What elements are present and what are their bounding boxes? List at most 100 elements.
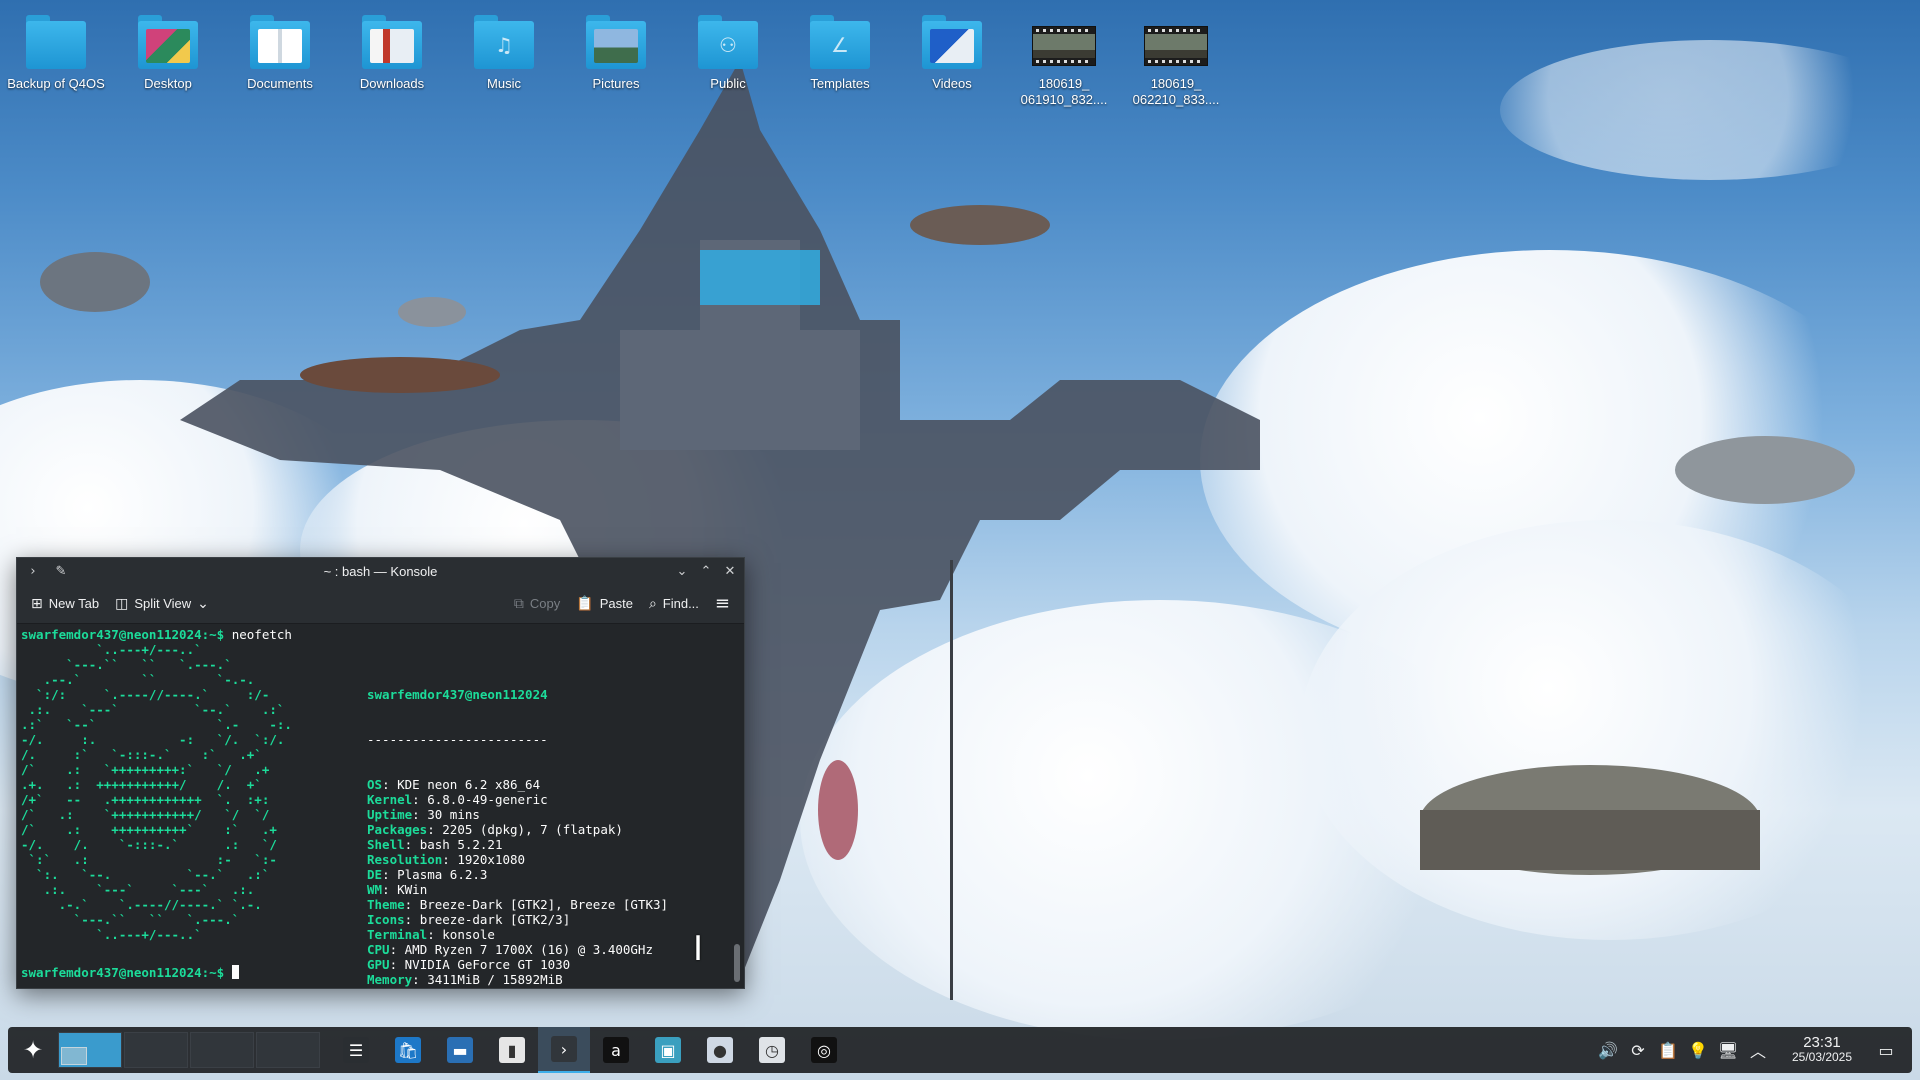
terminal-scrollbar[interactable] (730, 624, 744, 988)
pager-desktop-1[interactable] (58, 1032, 122, 1068)
neofetch-value: 6.8.0-49-generic (427, 792, 548, 807)
show-desktop-icon: ▭ (1878, 1040, 1894, 1060)
folder-icon: ∠ (808, 8, 872, 72)
pager-desktop-4[interactable] (256, 1032, 320, 1068)
folder-icon (360, 8, 424, 72)
task-image-viewer[interactable]: ▣ (642, 1027, 694, 1073)
desktop-icon-label: Public (710, 76, 746, 91)
bulb-icon[interactable]: 💡 (1684, 1035, 1712, 1065)
task-spiral-app[interactable]: ◎ (798, 1027, 850, 1073)
clipboard-icon[interactable]: 📋 (1654, 1035, 1682, 1065)
task-konsole[interactable]: › (538, 1027, 590, 1073)
app-a-icon: a (603, 1037, 629, 1063)
desktop-icon-label: Videos (932, 76, 972, 91)
neofetch-colon: : (382, 867, 398, 882)
application-launcher-button[interactable]: ✦ (8, 1027, 58, 1073)
neofetch-key: Uptime (367, 807, 413, 822)
neofetch-value: NVIDIA GeForce GT 1030 (404, 957, 571, 972)
scrollbar-thumb[interactable] (734, 944, 740, 982)
task-calendar-app[interactable]: ◷ (746, 1027, 798, 1073)
find-label: Find... (662, 596, 699, 611)
search-icon: ⌕ (648, 595, 657, 612)
folder-icon (920, 8, 984, 72)
spiral-app-icon: ◎ (811, 1037, 837, 1063)
desktop-icon-180619-10[interactable]: 180619_ 062210_833.... (1120, 8, 1232, 108)
neofetch-colon: : (412, 792, 428, 807)
task-file-manager[interactable]: ▬ (434, 1027, 486, 1073)
task-discover-store[interactable]: 🛍 (382, 1027, 434, 1073)
task-disc-app[interactable]: ● (694, 1027, 746, 1073)
close-button[interactable]: ✕ (720, 561, 740, 581)
desktop-icon-label: Music (487, 76, 521, 91)
neofetch-colon: : (412, 972, 428, 987)
desktop-icon-label: Backup of Q4OS (7, 76, 105, 91)
current-prompt-line: swarfemdor437@neon112024:~$ (21, 965, 239, 980)
update-icon[interactable]: ⟳ (1624, 1035, 1652, 1065)
desktop-icon-public-6[interactable]: ⚇ Public (672, 8, 784, 108)
show-desktop-button[interactable]: ▭ (1872, 1035, 1900, 1065)
file-manager-icon: ▬ (447, 1037, 473, 1063)
text-editor-icon: ▮ (499, 1037, 525, 1063)
window-title: ~ : bash — Konsole (323, 563, 438, 579)
desktop-icon-desktop-1[interactable]: Desktop (112, 8, 224, 108)
expand-tray-icon[interactable]: ︿ (1744, 1035, 1772, 1065)
neofetch-info: swarfemdor437@neon112024 ---------------… (367, 642, 668, 988)
pager-desktop-3[interactable] (190, 1032, 254, 1068)
desktop-icon-label: Documents (247, 76, 313, 91)
volume-icon[interactable]: 🔊 (1594, 1035, 1622, 1065)
find-button[interactable]: ⌕ Find... (641, 592, 707, 616)
task-app-a[interactable]: a (590, 1027, 642, 1073)
copy-button[interactable]: ⧉ Copy (506, 592, 568, 616)
window-titlebar[interactable]: › ✎ ~ : bash — Konsole ⌄ ⌃ ✕ (17, 558, 744, 584)
paste-button[interactable]: 📋 Paste (568, 592, 641, 616)
text-cursor (231, 965, 239, 979)
pin-icon[interactable]: ✎ (51, 561, 71, 581)
desktop-icon-templates-7[interactable]: ∠ Templates (784, 8, 896, 108)
neofetch-key: CPU (367, 942, 390, 957)
network-icon[interactable]: 🖥 (1714, 1035, 1742, 1065)
minimize-button[interactable]: ⌄ (672, 561, 692, 581)
film-strip-icon (1032, 26, 1096, 66)
desktop-icon-music-4[interactable]: ♫ Music (448, 8, 560, 108)
neofetch-key: Resolution (367, 852, 443, 867)
desktop-icon-videos-8[interactable]: Videos (896, 8, 1008, 108)
neofetch-field-wm: WM: KWin (367, 882, 668, 897)
new-tab-button[interactable]: ⊞ New Tab (23, 592, 107, 616)
neofetch-colon: : (427, 822, 443, 837)
neofetch-colon: : (389, 942, 405, 957)
konsole-toolbar: ⊞ New Tab ◫ Split View ⌄ ⧉ Copy 📋 Paste … (17, 584, 744, 624)
digital-clock[interactable]: 23:31 25/03/2025 (1782, 1035, 1862, 1064)
calendar-app-icon: ◷ (759, 1037, 785, 1063)
copy-icon: ⧉ (513, 595, 524, 612)
konsole-app-icon[interactable]: › (23, 561, 43, 581)
hamburger-menu-button[interactable]: ≡ (707, 589, 738, 618)
terminal-view[interactable]: swarfemdor437@neon112024:~$ neofetch `..… (17, 624, 730, 988)
desktop-icon-downloads-3[interactable]: Downloads (336, 8, 448, 108)
folder-icon (136, 8, 200, 72)
taskbar-panel: ✦ ☰ 🛍 ▬ ▮ › a ▣ ● ◷ ◎ 🔊 ⟳ 📋 💡 🖥 ︿ 23:31 25/03/2025 ▭ (8, 1027, 1912, 1073)
shell-prompt: swarfemdor437@neon112024:~$ (21, 627, 225, 642)
desktop-icon-180619-9[interactable]: 180619_ 061910_832.... (1008, 8, 1120, 108)
task-system-settings[interactable]: ☰ (330, 1027, 382, 1073)
neofetch-field-gpu: GPU: NVIDIA GeForce GT 1030 (367, 957, 668, 972)
task-text-editor[interactable]: ▮ (486, 1027, 538, 1073)
neofetch-value: Breeze-Dark [GTK2], Breeze [GTK3] (419, 897, 669, 912)
desktop-icon-backup-of-q4os-0[interactable]: Backup of Q4OS (0, 8, 112, 108)
konsole-window[interactable]: › ✎ ~ : bash — Konsole ⌄ ⌃ ✕ ⊞ New Tab ◫… (16, 557, 745, 989)
neofetch-field-icons: Icons: breeze-dark [GTK2/3] (367, 912, 668, 927)
neofetch-colon: : (412, 807, 428, 822)
neofetch-field-uptime: Uptime: 30 mins (367, 807, 668, 822)
folder-emblem-icon: ♫ (495, 33, 513, 57)
desktop-icon-pictures-5[interactable]: Pictures (560, 8, 672, 108)
desktop-icon-documents-2[interactable]: Documents (224, 8, 336, 108)
folder-icon (248, 8, 312, 72)
pager-desktop-2[interactable] (124, 1032, 188, 1068)
split-view-button[interactable]: ◫ Split View ⌄ (107, 592, 217, 616)
neofetch-colon: : (442, 852, 458, 867)
neofetch-key: Theme (367, 897, 405, 912)
desktop-icon-label: 180619_ 062210_833.... (1132, 76, 1220, 107)
neofetch-value: 2205 (dpkg), 7 (flatpak) (442, 822, 623, 837)
neofetch-colon: : (382, 882, 398, 897)
neofetch-value: AMD Ryzen 7 1700X (16) @ 3.400GHz (404, 942, 653, 957)
maximize-button[interactable]: ⌃ (696, 561, 716, 581)
